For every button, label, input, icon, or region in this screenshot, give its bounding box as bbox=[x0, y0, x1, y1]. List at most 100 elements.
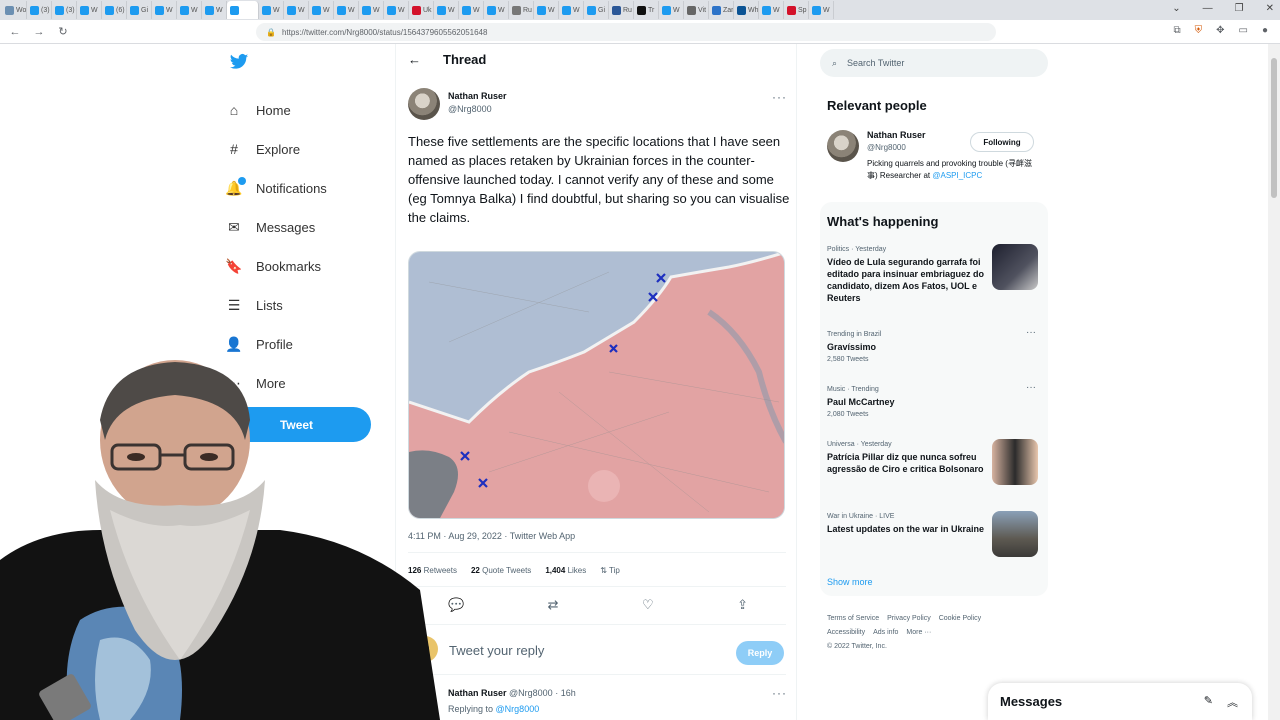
browser-tab[interactable]: W bbox=[284, 1, 309, 19]
bio-link[interactable]: @ASPI_ICPC bbox=[932, 171, 982, 180]
tab-favicon-icon bbox=[55, 5, 64, 15]
maximize-icon[interactable]: ❐ bbox=[1235, 3, 1244, 14]
browser-tab[interactable]: W bbox=[434, 1, 459, 19]
extension-icon[interactable]: ⧉ bbox=[1173, 25, 1180, 36]
share-icon[interactable]: ⇪ bbox=[737, 597, 748, 613]
browser-tab[interactable]: W bbox=[359, 1, 384, 19]
tweet-map-image[interactable] bbox=[408, 251, 785, 519]
profile-icon[interactable]: ● bbox=[1262, 25, 1268, 36]
browser-tab[interactable]: W bbox=[259, 1, 284, 19]
tab-label: Wo bbox=[16, 6, 27, 14]
reply-author[interactable]: Nathan Ruser @Nrg8000 · 16h bbox=[448, 688, 576, 698]
browser-tab[interactable]: Wo bbox=[2, 1, 27, 19]
tweet-more-icon[interactable]: ··· bbox=[772, 90, 787, 104]
following-button[interactable]: Following bbox=[970, 132, 1034, 152]
retweet-icon[interactable]: ⇄ bbox=[548, 597, 559, 613]
search-input[interactable]: ⌕ Search Twitter bbox=[820, 49, 1048, 77]
nav-item-home[interactable]: ⌂ Home bbox=[226, 102, 291, 118]
browser-tab[interactable]: W bbox=[309, 1, 334, 19]
trend-thumbnail[interactable] bbox=[992, 511, 1038, 557]
quotes-stat[interactable]: 22 Quote Tweets bbox=[471, 566, 531, 575]
browser-tab[interactable]: W bbox=[77, 1, 102, 19]
new-message-icon[interactable]: ✎ bbox=[1204, 694, 1213, 710]
browser-tab[interactable]: W bbox=[384, 1, 409, 19]
nav-item-messages[interactable]: ✉ Messages bbox=[226, 219, 315, 235]
tip-stat[interactable]: ⇅ Tip bbox=[600, 566, 620, 575]
relevant-person-handle[interactable]: @Nrg8000 bbox=[867, 143, 906, 152]
footer-link[interactable]: Cookie Policy bbox=[939, 615, 981, 622]
browser-tab[interactable]: Ru bbox=[509, 1, 534, 19]
back-arrow-icon[interactable]: ← bbox=[408, 52, 421, 67]
browser-tab[interactable] bbox=[227, 1, 259, 19]
footer-link[interactable]: Terms of Service bbox=[827, 615, 879, 622]
browser-tab[interactable]: (3) bbox=[52, 1, 77, 19]
forward-icon[interactable]: → bbox=[30, 26, 48, 38]
trend-more-icon[interactable]: ··· bbox=[1026, 382, 1036, 393]
reply-icon[interactable]: 💬 bbox=[448, 597, 464, 613]
puzzle-icon[interactable]: ✥ bbox=[1216, 25, 1224, 36]
browser-tab[interactable]: (6) bbox=[102, 1, 127, 19]
author-name[interactable]: Nathan Ruser bbox=[448, 91, 507, 101]
reply-input[interactable]: Tweet your reply bbox=[449, 643, 544, 658]
likes-stat[interactable]: 1,404 Likes bbox=[545, 566, 586, 575]
browser-tab[interactable]: W bbox=[484, 1, 509, 19]
reply-button[interactable]: Reply bbox=[736, 641, 784, 665]
browser-tab[interactable]: W bbox=[759, 1, 784, 19]
nav-item-lists[interactable]: ☰ Lists bbox=[226, 297, 283, 313]
messages-drawer[interactable]: Messages ✎ ︽ bbox=[988, 683, 1252, 720]
browser-tab[interactable]: W bbox=[177, 1, 202, 19]
browser-tab[interactable]: Gi bbox=[584, 1, 609, 19]
reply-more-icon[interactable]: ··· bbox=[772, 686, 787, 700]
nav-item-bookmarks[interactable]: 🔖 Bookmarks bbox=[225, 258, 321, 274]
browser-tab[interactable]: Zan bbox=[709, 1, 734, 19]
browser-tab[interactable]: Tr bbox=[634, 1, 659, 19]
browser-tab[interactable]: W bbox=[459, 1, 484, 19]
browser-tab[interactable]: (3) bbox=[27, 1, 52, 19]
nav-item-notifications[interactable]: 🔔 Notifications bbox=[225, 177, 327, 196]
nav-item-profile[interactable]: 👤 Profile bbox=[225, 336, 293, 352]
tab-search-icon[interactable]: ⌄ bbox=[1172, 3, 1180, 14]
back-icon[interactable]: ← bbox=[6, 26, 24, 38]
relevant-person-avatar[interactable] bbox=[827, 130, 859, 162]
browser-tab[interactable]: W bbox=[534, 1, 559, 19]
scrollbar-thumb[interactable] bbox=[1271, 58, 1277, 198]
trend-thumbnail[interactable] bbox=[992, 439, 1038, 485]
trend-item[interactable]: Music · Trending Paul McCartney 2,080 Twee… bbox=[827, 386, 1047, 418]
trend-more-icon[interactable]: ··· bbox=[1026, 327, 1036, 338]
replying-to-handle[interactable]: @Nrg8000 bbox=[496, 704, 540, 714]
browser-tab[interactable]: W bbox=[202, 1, 227, 19]
nav-item-explore[interactable]: # Explore bbox=[226, 141, 300, 157]
trend-item[interactable]: Trending in Brazil Gravíssimo 2,580 Tweets bbox=[827, 331, 1047, 363]
browser-tab[interactable]: Wh bbox=[734, 1, 759, 19]
brave-shield-icon[interactable]: ⛨ bbox=[1195, 25, 1203, 36]
footer-link[interactable]: More ··· bbox=[906, 629, 931, 636]
author-avatar[interactable] bbox=[408, 88, 440, 120]
url-bar[interactable]: 🔒 https://twitter.com/Nrg8000/status/156… bbox=[256, 23, 996, 41]
show-more-link[interactable]: Show more bbox=[827, 577, 873, 587]
browser-tab[interactable]: W bbox=[809, 1, 834, 19]
browser-tab[interactable]: Ru bbox=[609, 1, 634, 19]
footer-link[interactable]: Accessibility bbox=[827, 629, 865, 636]
expand-icon[interactable]: ︽ bbox=[1227, 694, 1238, 710]
browser-tab[interactable]: W bbox=[559, 1, 584, 19]
author-handle[interactable]: @Nrg8000 bbox=[448, 104, 492, 114]
sidebar-icon[interactable]: ▭ bbox=[1239, 25, 1248, 36]
browser-tab[interactable]: Uk bbox=[409, 1, 434, 19]
browser-tab[interactable]: W bbox=[659, 1, 684, 19]
browser-tab[interactable]: Sp bbox=[784, 1, 809, 19]
browser-tab[interactable]: Gi bbox=[127, 1, 152, 19]
close-window-icon[interactable]: ✕ bbox=[1266, 3, 1274, 14]
browser-tab[interactable]: Vit bbox=[684, 1, 709, 19]
browser-tab[interactable]: W bbox=[334, 1, 359, 19]
reload-icon[interactable]: ↻ bbox=[54, 25, 72, 38]
minimize-icon[interactable]: — bbox=[1203, 3, 1213, 14]
footer-link[interactable]: Privacy Policy bbox=[887, 615, 931, 622]
footer-link[interactable]: Ads info bbox=[873, 629, 898, 636]
like-icon[interactable]: ♡ bbox=[642, 597, 654, 613]
trend-thumbnail[interactable] bbox=[992, 244, 1038, 290]
tab-favicon-icon bbox=[387, 5, 396, 15]
twitter-logo-icon[interactable] bbox=[228, 52, 250, 72]
relevant-person-name[interactable]: Nathan Ruser bbox=[867, 130, 926, 140]
browser-tab[interactable]: W bbox=[152, 1, 177, 19]
page-scrollbar[interactable] bbox=[1268, 44, 1280, 720]
